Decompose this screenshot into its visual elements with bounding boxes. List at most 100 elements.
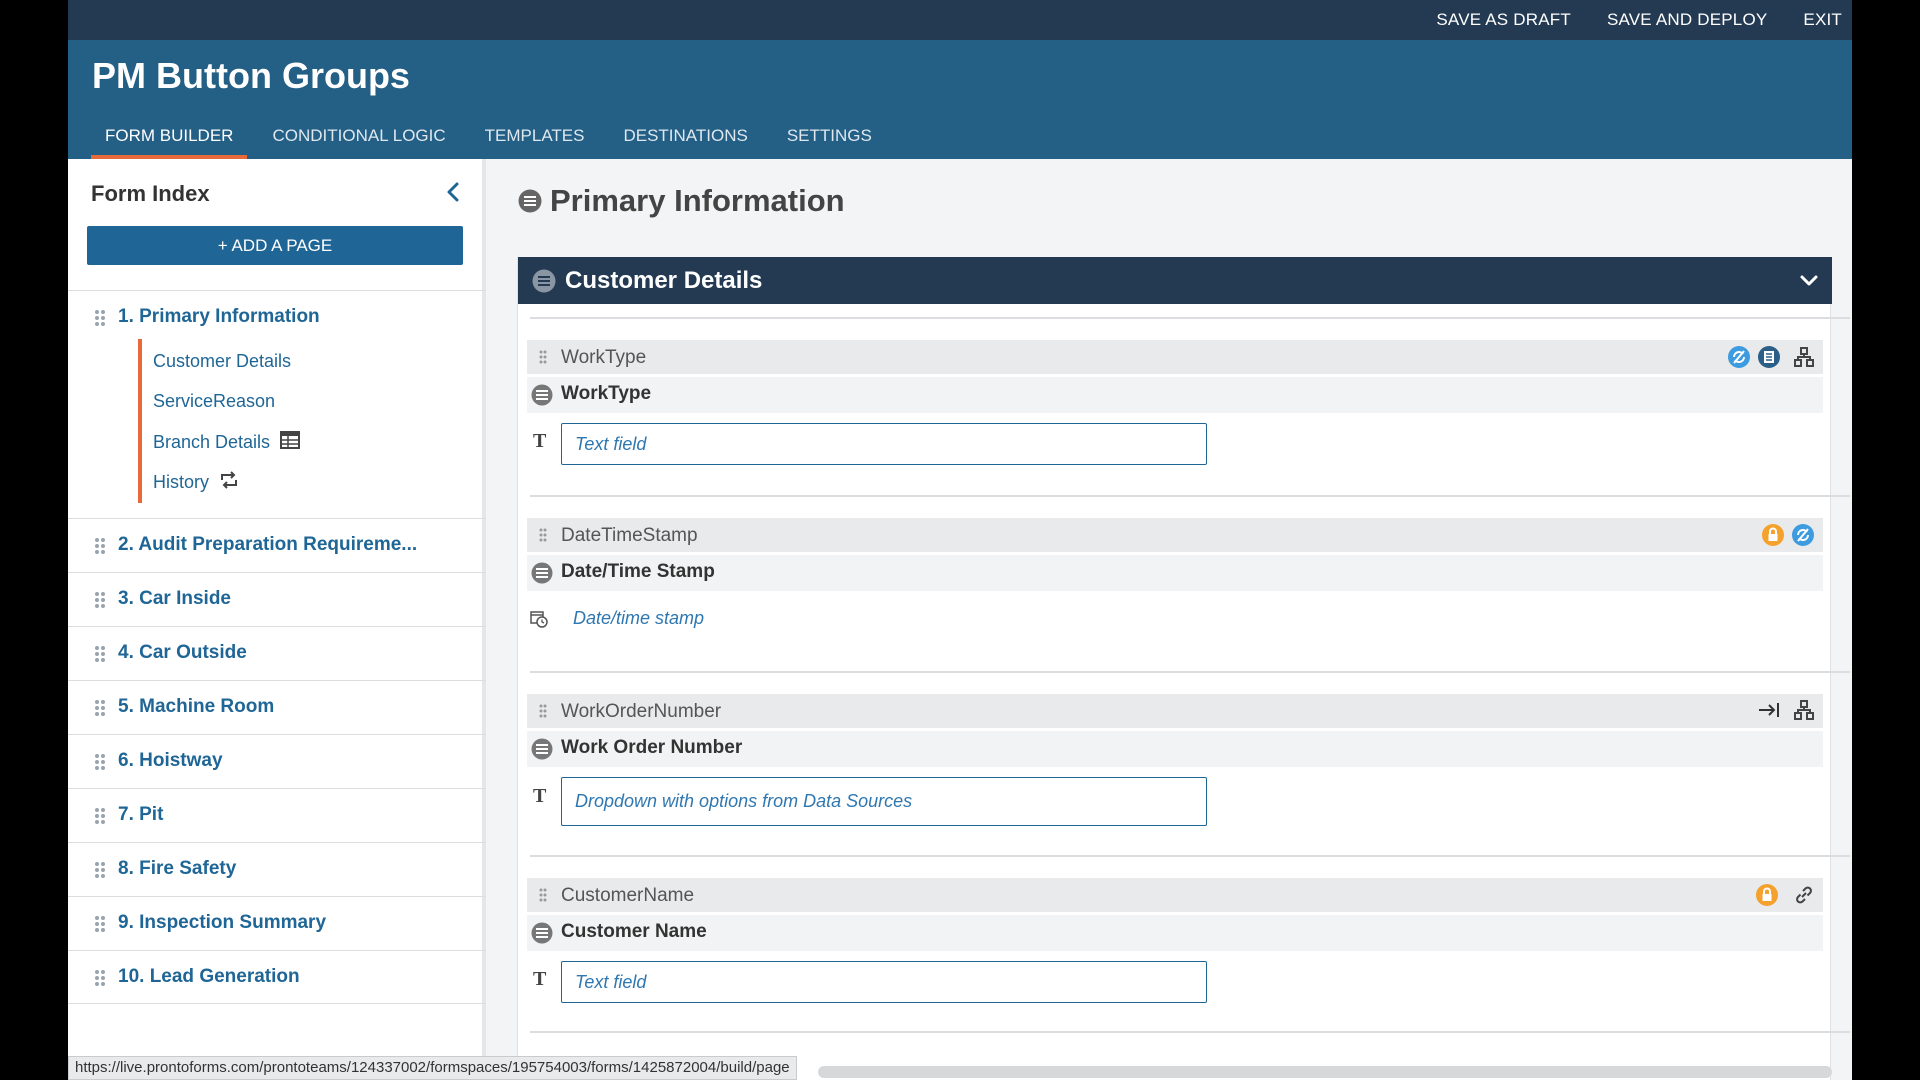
question-name-row: CustomerName	[527, 878, 1823, 912]
page-label[interactable]: 1. Primary Information	[118, 306, 320, 328]
sync-icon[interactable]	[1727, 345, 1751, 374]
drag-handle-icon[interactable]	[94, 915, 106, 938]
add-page-button[interactable]: + ADD A PAGE	[87, 226, 463, 265]
form-header: PM Button Groups FORM BUILDER CONDITIONA…	[68, 40, 1852, 159]
text-type-icon: T	[533, 785, 547, 807]
drag-handle-icon[interactable]	[539, 888, 547, 907]
page-label[interactable]: 8. Fire Safety	[118, 858, 236, 880]
input-placeholder: Text field	[575, 971, 647, 992]
question-name: CustomerName	[561, 885, 695, 906]
question-block[interactable]: WorkType WorkType T Text field	[527, 317, 1850, 495]
tab-conditional-logic[interactable]: CONDITIONAL LOGIC	[258, 117, 459, 159]
question-name: WorkOrderNumber	[561, 701, 722, 722]
page-item[interactable]: 7. Pit	[68, 788, 486, 842]
page-label[interactable]: 2. Audit Preparation Requireme...	[118, 534, 417, 556]
question-label: Date/Time Stamp	[561, 561, 715, 582]
page-item[interactable]: 9. Inspection Summary	[68, 896, 486, 950]
page-item[interactable]: 8. Fire Safety	[68, 842, 486, 896]
page-title: Primary Information	[550, 183, 845, 218]
tab-settings[interactable]: SETTINGS	[773, 117, 886, 159]
link-icon[interactable]	[1793, 884, 1815, 911]
drag-handle-icon[interactable]	[94, 753, 106, 776]
section-label: Branch Details	[153, 431, 271, 452]
question-name-row: WorkType	[527, 340, 1823, 374]
question-label: Customer Name	[561, 921, 707, 942]
hierarchy-icon[interactable]	[1793, 699, 1815, 726]
page-item[interactable]: 1. Primary Information Customer Details …	[68, 290, 486, 518]
drag-handle-icon[interactable]	[94, 969, 106, 992]
question-label: Work Order Number	[561, 737, 743, 758]
section-menu-icon[interactable]	[532, 269, 556, 298]
page-item[interactable]: 6. Hoistway	[68, 734, 486, 788]
question-menu-icon[interactable]	[531, 738, 553, 765]
page-label[interactable]: 9. Inspection Summary	[118, 912, 326, 934]
chevron-down-icon[interactable]	[1798, 270, 1820, 297]
drag-handle-icon[interactable]	[94, 699, 106, 722]
drag-handle-icon[interactable]	[539, 704, 547, 723]
horizontal-scrollbar[interactable]	[818, 1066, 1832, 1078]
repeat-icon	[219, 471, 239, 494]
question-block[interactable]: DateTimeStamp Date/Time Stamp Date/time …	[527, 495, 1850, 671]
page-item[interactable]: 5. Machine Room	[68, 680, 486, 734]
question-block[interactable]: WorkOrderNumber Work Order Number T Drop…	[527, 671, 1850, 855]
tab-form-builder[interactable]: FORM BUILDER	[91, 117, 248, 159]
section-item[interactable]: History	[142, 463, 438, 504]
question-name: DateTimeStamp	[561, 525, 698, 546]
question-block[interactable]: CustomerName Customer Name T Text field	[527, 855, 1850, 1035]
question-label-row: Date/Time Stamp	[527, 555, 1823, 591]
page-item[interactable]: 4. Car Outside	[68, 626, 486, 680]
arrow-to-end-icon[interactable]	[1757, 699, 1781, 726]
page-label[interactable]: 6. Hoistway	[118, 750, 223, 772]
collapse-sidebar-icon[interactable]	[442, 179, 466, 205]
text-field-input[interactable]: Text field	[561, 423, 1207, 465]
section-label: ServiceReason	[153, 391, 276, 412]
section-item[interactable]: ServiceReason	[142, 382, 438, 423]
drag-handle-icon[interactable]	[94, 537, 106, 560]
page-list: 1. Primary Information Customer Details …	[68, 290, 486, 1004]
section-header[interactable]: Customer Details	[518, 257, 1832, 304]
drag-handle-icon[interactable]	[94, 807, 106, 830]
page-label[interactable]: 10. Lead Generation	[118, 966, 300, 988]
input-placeholder: Dropdown with options from Data Sources	[575, 791, 913, 811]
section-label: Customer Details	[153, 350, 292, 371]
lock-icon[interactable]	[1761, 523, 1785, 552]
question-label-row: WorkType	[527, 377, 1823, 413]
page-item[interactable]: 10. Lead Generation	[68, 950, 486, 1004]
page-label[interactable]: 5. Machine Room	[118, 696, 274, 718]
text-field-input[interactable]: Text field	[561, 961, 1207, 1003]
drag-handle-icon[interactable]	[94, 645, 106, 668]
tab-templates[interactable]: TEMPLATES	[471, 117, 599, 159]
drag-handle-icon[interactable]	[94, 861, 106, 884]
page-label[interactable]: 7. Pit	[118, 804, 163, 826]
save-as-draft-button[interactable]: SAVE AS DRAFT	[1436, 10, 1571, 30]
question-label: WorkType	[561, 383, 652, 404]
exit-button[interactable]: EXIT	[1803, 10, 1842, 30]
section-item[interactable]: Customer Details	[142, 341, 438, 382]
drag-handle-icon[interactable]	[539, 528, 547, 547]
hierarchy-icon[interactable]	[1793, 346, 1815, 373]
text-type-icon: T	[533, 430, 547, 452]
question-menu-icon[interactable]	[531, 384, 553, 411]
page-label[interactable]: 4. Car Outside	[118, 642, 247, 664]
page-item[interactable]: 2. Audit Preparation Requireme...	[68, 518, 486, 572]
question-name-row: DateTimeStamp	[527, 518, 1823, 552]
tab-bar: FORM BUILDER CONDITIONAL LOGIC TEMPLATES…	[91, 117, 897, 159]
sync-icon[interactable]	[1791, 523, 1815, 552]
drag-handle-icon[interactable]	[94, 309, 106, 332]
tab-destinations[interactable]: DESTINATIONS	[609, 117, 761, 159]
section-title: Customer Details	[565, 267, 763, 294]
save-and-deploy-button[interactable]: SAVE AND DEPLOY	[1607, 10, 1767, 30]
section-item[interactable]: Branch Details	[142, 422, 438, 463]
drag-handle-icon[interactable]	[94, 591, 106, 614]
app-window: SAVE AS DRAFT SAVE AND DEPLOY EXIT PM Bu…	[68, 0, 1852, 1080]
page-label[interactable]: 3. Car Inside	[118, 588, 231, 610]
drag-handle-icon[interactable]	[539, 350, 547, 369]
dropdown-field-input[interactable]: Dropdown with options from Data Sources	[561, 777, 1207, 826]
question-menu-icon[interactable]	[531, 922, 553, 949]
lock-icon[interactable]	[1755, 883, 1779, 912]
list-icon[interactable]	[1757, 345, 1781, 374]
question-menu-icon[interactable]	[531, 562, 553, 589]
page-item[interactable]: 3. Car Inside	[68, 572, 486, 626]
datetime-placeholder: Date/time stamp	[573, 608, 705, 628]
page-menu-icon[interactable]	[518, 189, 542, 218]
